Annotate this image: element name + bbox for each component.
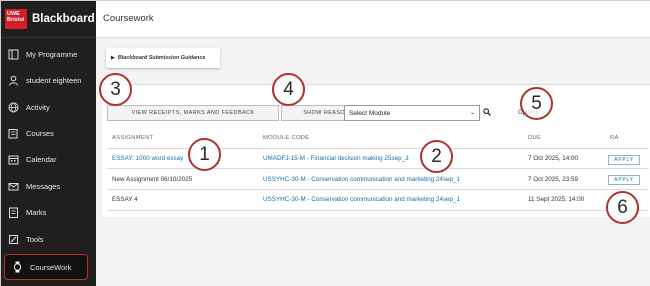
sidebar-item-marks[interactable]: Marks — [1, 199, 96, 225]
callout-3: 3 — [99, 73, 132, 106]
callout-6: 6 — [606, 191, 639, 224]
module-link[interactable]: USSYHC-30-M - Conservation communication… — [263, 176, 460, 183]
coursework-icon — [11, 261, 23, 273]
due-date: 11 Sept 2025, 14:00 — [528, 196, 585, 203]
search-icon[interactable] — [483, 108, 491, 118]
assignment-link[interactable]: ESSAY: 1000 word essay — [112, 155, 183, 162]
sidebar-item-messages[interactable]: Messages — [1, 173, 96, 199]
sidebar-item-label: student eighteen — [26, 75, 82, 85]
sidebar-item-label: Messages — [26, 181, 61, 191]
top-bar: Coursework — [96, 1, 650, 38]
envelope-icon — [7, 180, 19, 192]
submission-guidance-toggle[interactable]: ▶ Blackboard Submission Guidance — [106, 48, 220, 68]
column-header-due[interactable]: DUE — [528, 135, 541, 141]
sidebar-item-label: Marks — [26, 207, 47, 217]
sidebar-item-label: My Programme — [26, 49, 78, 59]
tools-icon — [7, 233, 19, 245]
sidebar-item-label: Activity — [26, 102, 50, 112]
brand[interactable]: UWE Bristol Blackboard — [1, 1, 96, 38]
triangle-right-icon: ▶ — [111, 55, 115, 61]
column-header-ra: RA — [610, 135, 619, 141]
courses-icon — [7, 127, 19, 139]
apply-button[interactable]: APPLY — [608, 175, 640, 185]
callout-1: 1 — [188, 138, 221, 171]
sidebar-item-tools[interactable]: Tools — [1, 226, 96, 252]
sidebar-item-my-programme[interactable]: My Programme — [1, 41, 96, 67]
apply-button[interactable]: APPLY — [608, 155, 640, 165]
sidebar-item-coursework[interactable]: CourseWork — [4, 254, 88, 280]
sidebar-item-label: Calendar — [26, 154, 57, 164]
uwe-logo: UWE Bristol — [5, 9, 27, 29]
module-select[interactable]: Select Module ⌄ — [344, 105, 480, 121]
main-content: Coursework ▶ Blackboard Submission Guida… — [96, 1, 650, 286]
globe-icon — [7, 101, 19, 113]
callout-5: 5 — [520, 87, 553, 120]
divider — [107, 210, 649, 211]
sidebar-item-activity[interactable]: Activity — [1, 94, 96, 120]
page-title: Coursework — [103, 13, 154, 24]
sidebar-item-profile[interactable]: student eighteen — [1, 67, 96, 93]
due-date: 7 Oct 2025, 23:59 — [528, 176, 579, 183]
brand-name: Blackboard — [32, 13, 95, 25]
sidebar-item-label: CourseWork — [30, 262, 72, 272]
assignment-name: New Assignment 06/10/2025 — [112, 176, 193, 183]
calendar-icon — [7, 153, 19, 165]
sidebar: UWE Bristol Blackboard My Programme stude… — [1, 1, 96, 286]
view-receipts-button[interactable]: VIEW RECEIPTS, MARKS AND FEEDBACK — [107, 105, 279, 121]
assignment-name: ESSAY 4 — [112, 196, 138, 203]
divider — [107, 189, 649, 190]
marks-icon — [7, 206, 19, 218]
due-date: 7 Oct 2025, 14:00 — [528, 155, 579, 162]
module-link[interactable]: USSYHC-30-M - Conservation communication… — [263, 196, 460, 203]
module-select-value: Select Module — [349, 109, 391, 117]
module-link[interactable]: UMADFJ-15-M - Financial decision making … — [263, 155, 409, 162]
programme-icon — [7, 48, 19, 60]
guidance-label: Blackboard Submission Guidance — [117, 55, 206, 61]
chevron-down-icon: ⌄ — [469, 110, 475, 116]
callout-4: 4 — [272, 73, 305, 106]
sidebar-item-label: Tools — [26, 234, 44, 244]
divider — [107, 168, 649, 169]
sidebar-item-label: Courses — [26, 128, 54, 138]
column-header-assignment[interactable]: ASSIGNMENT — [112, 135, 153, 141]
callout-2: 2 — [420, 140, 453, 173]
user-icon — [7, 74, 19, 86]
column-header-module[interactable]: MODULE CODE — [263, 135, 309, 141]
sidebar-item-calendar[interactable]: Calendar — [1, 146, 96, 172]
sidebar-item-courses[interactable]: Courses — [1, 120, 96, 146]
